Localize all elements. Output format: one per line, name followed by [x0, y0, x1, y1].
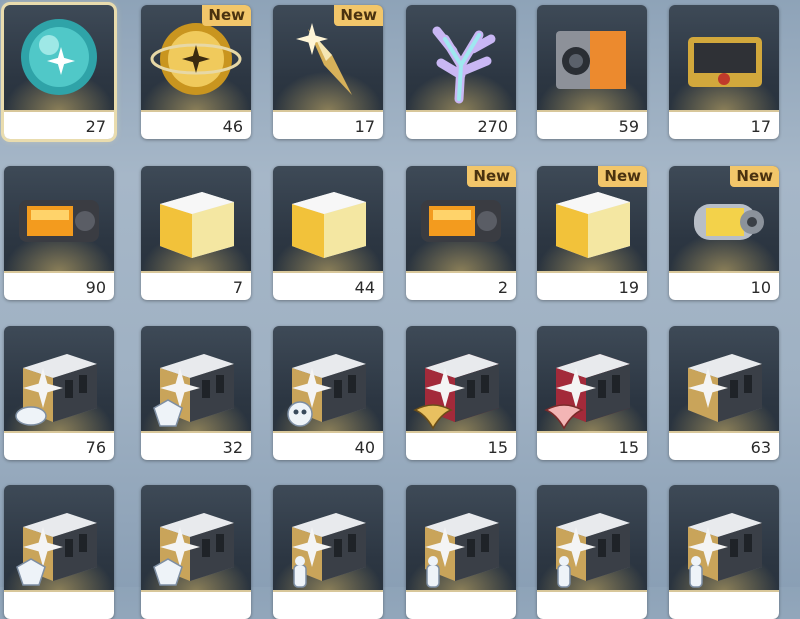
- item-count: 59: [618, 117, 639, 136]
- red-star-crate-gold-emblem-icon: [411, 330, 511, 430]
- item-count: 2: [497, 278, 508, 297]
- item-count: 63: [750, 438, 771, 457]
- steel-star-crate-figure-icon: [278, 489, 378, 589]
- inventory-item[interactable]: 63: [669, 326, 779, 460]
- inventory-item[interactable]: 19 New: [537, 166, 647, 300]
- item-count: 32: [222, 438, 243, 457]
- red-star-crate-pink-emblem-icon: [542, 330, 642, 430]
- item-count: 40: [354, 438, 375, 457]
- item-count-bar: 63: [669, 433, 779, 460]
- item-count: 15: [487, 438, 508, 457]
- inventory-item[interactable]: 27: [1, 2, 117, 142]
- item-count-bar: 19: [537, 273, 647, 300]
- new-badge: New: [730, 166, 779, 187]
- inventory-item[interactable]: 10 New: [669, 166, 779, 300]
- item-count-bar: 46: [141, 112, 251, 139]
- inventory-item[interactable]: [4, 485, 114, 619]
- steel-star-crate-wolf-icon: [9, 489, 109, 589]
- item-count: 27: [85, 117, 106, 136]
- item-count: 17: [354, 117, 375, 136]
- gold-crystal-crate-icon: [278, 170, 378, 270]
- inventory-item[interactable]: [406, 485, 516, 619]
- inventory-item[interactable]: 40: [273, 326, 383, 460]
- item-count-bar: 76: [4, 433, 114, 460]
- item-count: 10: [750, 278, 771, 297]
- item-count: 19: [618, 278, 639, 297]
- steel-star-crate-mask-icon: [9, 330, 109, 430]
- inventory-item[interactable]: 2 New: [406, 166, 516, 300]
- inventory-item[interactable]: 17 New: [273, 5, 383, 139]
- new-badge: New: [467, 166, 516, 187]
- orange-battery-pack-icon: [9, 170, 109, 270]
- inventory-item[interactable]: 270: [406, 5, 516, 139]
- item-count: 7: [232, 278, 243, 297]
- inventory-grid: 27 46 New 17 New 270 59 17 90 7 44 2 New 19 N…: [0, 0, 800, 619]
- prismatic-coral-icon: [411, 9, 511, 109]
- inventory-item[interactable]: 17: [669, 5, 779, 139]
- inventory-item[interactable]: 32: [141, 326, 251, 460]
- item-count-bar: 15: [406, 433, 516, 460]
- inventory-item[interactable]: 76: [4, 326, 114, 460]
- item-count: 76: [85, 438, 106, 457]
- item-count-bar: [141, 592, 251, 619]
- gold-crystal-crate-icon: [146, 170, 246, 270]
- steel-star-crate-owl-icon: [278, 330, 378, 430]
- item-count-bar: [406, 592, 516, 619]
- item-count-bar: 32: [141, 433, 251, 460]
- item-count: 270: [477, 117, 508, 136]
- inventory-item[interactable]: 15: [406, 326, 516, 460]
- new-badge: New: [202, 5, 251, 26]
- inventory-item[interactable]: 7: [141, 166, 251, 300]
- steel-star-crate-figure-icon: [674, 489, 774, 589]
- item-count-bar: [537, 592, 647, 619]
- inventory-item[interactable]: [141, 485, 251, 619]
- inventory-item[interactable]: 15: [537, 326, 647, 460]
- item-count-bar: 59: [537, 112, 647, 139]
- steel-star-crate-wolf-icon: [146, 330, 246, 430]
- inventory-item[interactable]: 44: [273, 166, 383, 300]
- new-badge: New: [334, 5, 383, 26]
- inventory-item[interactable]: [273, 485, 383, 619]
- item-count-bar: 90: [4, 273, 114, 300]
- steel-star-crate-wolf-icon: [146, 489, 246, 589]
- item-count-bar: [669, 592, 779, 619]
- inventory-item[interactable]: [669, 485, 779, 619]
- gold-supply-case-icon: [674, 9, 774, 109]
- item-count-bar: [4, 592, 114, 619]
- item-count: 44: [354, 278, 375, 297]
- item-count-bar: 7: [141, 273, 251, 300]
- item-count-bar: 2: [406, 273, 516, 300]
- item-count-bar: 27: [4, 112, 114, 139]
- item-count-bar: [273, 592, 383, 619]
- inventory-item[interactable]: [537, 485, 647, 619]
- item-count-bar: 270: [406, 112, 516, 139]
- item-count: 90: [85, 278, 106, 297]
- inventory-item[interactable]: 90: [4, 166, 114, 300]
- orange-supply-case-icon: [542, 9, 642, 109]
- new-badge: New: [598, 166, 647, 187]
- item-count: 17: [750, 117, 771, 136]
- inventory-item[interactable]: 59: [537, 5, 647, 139]
- steel-star-crate-icon: [674, 330, 774, 430]
- steel-star-crate-figure-icon: [411, 489, 511, 589]
- steel-star-crate-figure-icon: [542, 489, 642, 589]
- item-count-bar: 40: [273, 433, 383, 460]
- item-count-bar: 15: [537, 433, 647, 460]
- item-count: 15: [618, 438, 639, 457]
- item-count: 46: [222, 117, 243, 136]
- item-count-bar: 10: [669, 273, 779, 300]
- inventory-item[interactable]: 46 New: [141, 5, 251, 139]
- item-count-bar: 17: [669, 112, 779, 139]
- cyan-star-orb-icon: [9, 9, 109, 109]
- item-count-bar: 17: [273, 112, 383, 139]
- item-count-bar: 44: [273, 273, 383, 300]
